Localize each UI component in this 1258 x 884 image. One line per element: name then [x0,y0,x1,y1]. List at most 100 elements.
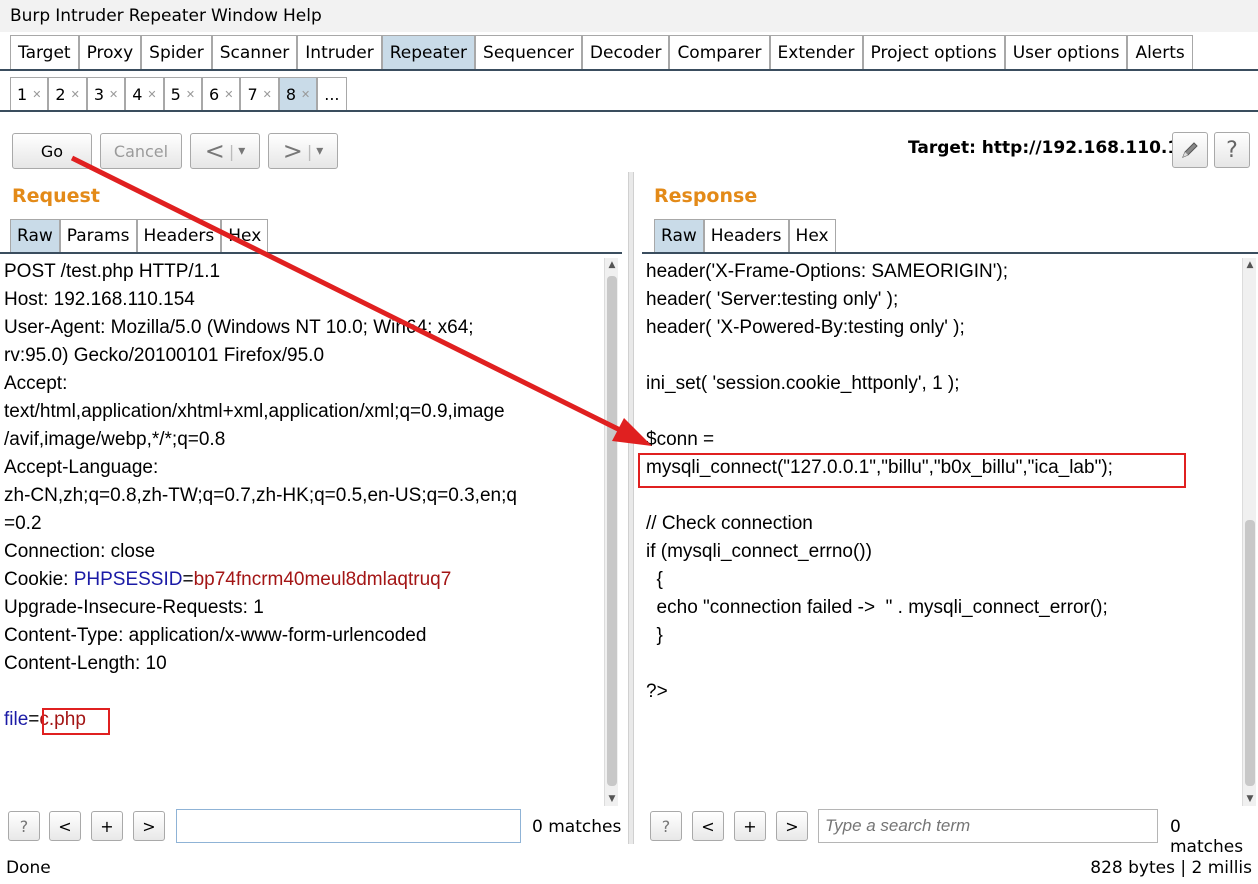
close-icon[interactable]: ✕ [186,88,195,101]
repeater-tab-5[interactable]: 5 ✕ [163,77,203,110]
repeater-tab-label: 7 [247,84,258,104]
response-editor[interactable]: header('X-Frame-Options: SAMEORIGIN'); h… [642,258,1242,806]
request-tabs: Raw Params Headers Hex [10,219,269,252]
tab-headers[interactable]: Headers [703,219,789,252]
search-help-button[interactable]: ? [8,811,40,841]
request-line: Accept: [4,373,68,394]
tab-project-options[interactable]: Project options [862,35,1005,69]
cookie-equals: = [182,569,194,590]
menu-intruder[interactable]: Intruder [55,6,123,26]
target-label: Target: http://192.168.110.154 [908,138,1203,158]
menu-help[interactable]: Help [283,6,322,26]
scroll-thumb[interactable] [607,276,617,786]
split-divider[interactable] [628,172,634,844]
request-line: Accept-Language: [4,457,159,478]
request-search-field[interactable] [176,809,521,843]
tab-repeater[interactable]: Repeater [381,35,476,69]
repeater-tab-3[interactable]: 3 ✕ [86,77,126,110]
menu-burp[interactable]: Burp [10,6,50,26]
tab-target[interactable]: Target [10,35,79,69]
response-search-field[interactable] [818,809,1158,843]
cookie-name: PHPSESSID [73,569,183,590]
scroll-down-icon[interactable]: ▼ [605,792,619,806]
tab-hex[interactable]: Hex [221,219,269,252]
repeater-tab-4[interactable]: 4 ✕ [125,77,164,110]
response-line: echo "connection failed -> " . mysqli_co… [646,597,1108,618]
request-search-input[interactable] [183,816,520,836]
tool-tabs: Target Proxy Spider Scanner Intruder Rep… [0,33,1258,71]
repeater-tab-8[interactable]: 8 ✕ [278,77,318,110]
chevron-right-icon: > [282,137,303,165]
scroll-thumb[interactable] [1245,520,1255,786]
tab-decoder[interactable]: Decoder [581,35,670,69]
search-help-button[interactable]: ? [650,811,682,841]
repeater-tab-more[interactable]: ... [317,77,347,110]
divider-line [0,252,622,254]
tab-spider[interactable]: Spider [141,35,212,69]
forward-button[interactable]: > | ▾ [268,133,338,169]
close-icon[interactable]: ✕ [263,88,272,101]
search-prev-button[interactable]: < [692,811,724,841]
response-search-input[interactable] [825,816,1157,836]
response-stats: 828 bytes | 2 millis [1090,858,1252,878]
chevron-down-icon: ▾ [238,143,246,159]
tab-scanner[interactable]: Scanner [211,35,298,69]
request-heading: Request [12,185,100,207]
tab-raw[interactable]: Raw [10,219,60,252]
repeater-tab-label: 8 [285,84,297,104]
chevron-left-icon: < [204,137,225,165]
repeater-tab-2[interactable]: 2 ✕ [48,77,87,110]
tab-extender[interactable]: Extender [769,35,863,69]
search-options-button[interactable]: + [734,811,766,841]
response-line [646,650,1242,678]
tab-raw[interactable]: Raw [654,219,704,252]
scroll-down-icon[interactable]: ▼ [1243,792,1257,806]
close-icon[interactable]: ✕ [301,88,310,101]
tab-user-options[interactable]: User options [1004,35,1128,69]
close-icon[interactable]: ✕ [71,88,80,101]
menu-bar: Burp Intruder Repeater Window Help [0,0,1258,32]
close-icon[interactable]: ✕ [224,88,233,101]
tab-hex[interactable]: Hex [788,219,836,252]
request-line: Content-Length: 10 [4,653,167,674]
menu-repeater[interactable]: Repeater [129,6,206,26]
param-equals: = [28,709,40,730]
close-icon[interactable]: ✕ [109,88,118,101]
help-button[interactable]: ? [1214,132,1250,168]
repeater-tab-label: 1 [17,84,28,104]
repeater-tab-6[interactable]: 6 ✕ [202,77,241,110]
tab-comparer[interactable]: Comparer [669,35,770,69]
repeater-tab-1[interactable]: 1 ✕ [10,77,49,110]
search-options-button[interactable]: + [91,811,123,841]
search-next-button[interactable]: > [133,811,165,841]
edit-target-button[interactable] [1172,132,1208,168]
go-button[interactable]: Go [12,133,92,169]
repeater-tab-label: 6 [209,84,220,104]
back-button[interactable]: < | ▾ [190,133,260,169]
tab-proxy[interactable]: Proxy [78,35,142,69]
request-line: Content-Type: application/x-www-form-url… [4,625,427,646]
response-line: // Check connection [646,513,813,534]
scroll-up-icon[interactable]: ▲ [605,258,619,272]
request-line: text/html,application/xhtml+xml,applicat… [4,401,505,422]
status-text: Done [6,858,51,878]
tab-headers[interactable]: Headers [136,219,222,252]
response-scrollbar[interactable]: ▲ ▼ [1242,258,1256,806]
close-icon[interactable]: ✕ [32,88,41,101]
tab-params[interactable]: Params [59,219,137,252]
response-line: header( 'Server:testing only' ); [646,289,899,310]
scroll-up-icon[interactable]: ▲ [1243,258,1257,272]
tab-sequencer[interactable]: Sequencer [475,35,582,69]
close-icon[interactable]: ✕ [147,88,156,101]
menu-window[interactable]: Window [211,6,278,26]
tab-alerts[interactable]: Alerts [1127,35,1193,69]
repeater-tab-7[interactable]: 7 ✕ [240,77,279,110]
request-scrollbar[interactable]: ▲ ▼ [604,258,618,806]
cancel-button[interactable]: Cancel [100,133,182,169]
response-line [646,398,1242,426]
response-line: header( 'X-Powered-By:testing only' ); [646,317,965,338]
search-prev-button[interactable]: < [49,811,81,841]
response-line: ?> [646,681,668,702]
tab-intruder[interactable]: Intruder [297,35,382,69]
search-next-button[interactable]: > [776,811,808,841]
